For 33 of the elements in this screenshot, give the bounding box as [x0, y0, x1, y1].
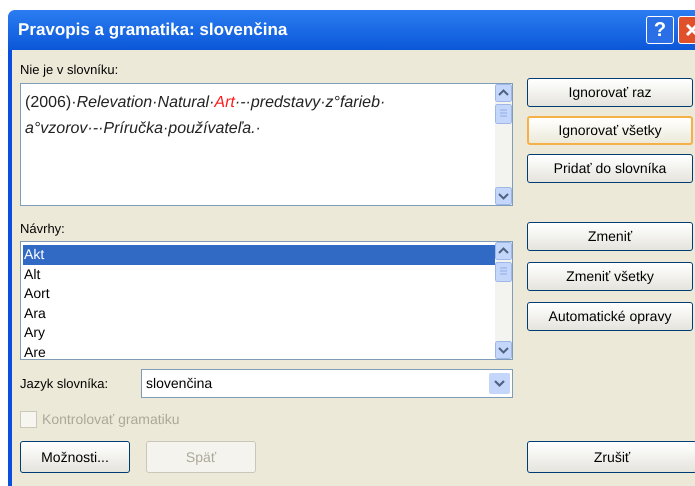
field-label: Nie je v slovníku:	[20, 61, 120, 78]
dropdown-caret-icon	[489, 373, 510, 394]
sentence-line: (2006)·Relevation·Natural·Art·-·predstavy·z°farieb·	[25, 93, 386, 113]
change-button[interactable]: Automatické opravy	[527, 302, 693, 331]
scroll-down-icon[interactable]	[495, 187, 512, 205]
language-dropdown[interactable]: slovenčina	[141, 369, 513, 398]
help-button[interactable]: ?	[646, 16, 674, 44]
suggestion-item[interactable]: Ary	[23, 323, 495, 342]
cancel-button[interactable]: Zrušiť	[527, 441, 695, 473]
suggestion-item[interactable]: Are	[23, 342, 495, 362]
scroll-arrows-icon	[495, 242, 512, 282]
scrollbar[interactable]	[495, 242, 512, 359]
action-button[interactable]: Ignorovať všetky	[527, 116, 693, 145]
window-title: Pravopis a gramatika: slovenčina	[18, 19, 288, 42]
action-button[interactable]: Pridať do slovníka	[527, 154, 693, 183]
action-button[interactable]: Ignorovať raz	[527, 78, 693, 107]
scrollbar[interactable]	[495, 84, 512, 205]
checkbox-label: Kontrolovať gramatiku	[42, 410, 180, 429]
change-button[interactable]: Zmeniť	[527, 222, 693, 251]
field-label: Jazyk slovníka:	[20, 374, 110, 393]
dropdown-value: slovenčina	[146, 374, 212, 393]
suggestion-item[interactable]: Aort	[23, 284, 495, 304]
suggestion-item[interactable]: Alt	[23, 264, 495, 284]
suggestion-item[interactable]: Akt	[23, 245, 495, 264]
field-label: Návrhy:	[20, 220, 66, 237]
suggestions-list[interactable]: Akt Alt Aort Ara Ary Are	[20, 241, 513, 360]
text-box[interactable]: (2006)·Relevation·Natural·Art·-·predstavy·z°farieb· a°vzorov·-·Príručka·používateľa.·	[20, 83, 513, 206]
scroll-down-icon[interactable]	[495, 341, 512, 359]
scroll-arrows-icon	[495, 84, 512, 124]
sentence-line: a°vzorov·-·Príručka·používateľa.·	[25, 119, 262, 139]
suggestion-item[interactable]: Ara	[23, 304, 495, 323]
options-button[interactable]: Možnosti...	[20, 441, 130, 473]
change-button[interactable]: Zmeniť všetky	[527, 262, 693, 291]
